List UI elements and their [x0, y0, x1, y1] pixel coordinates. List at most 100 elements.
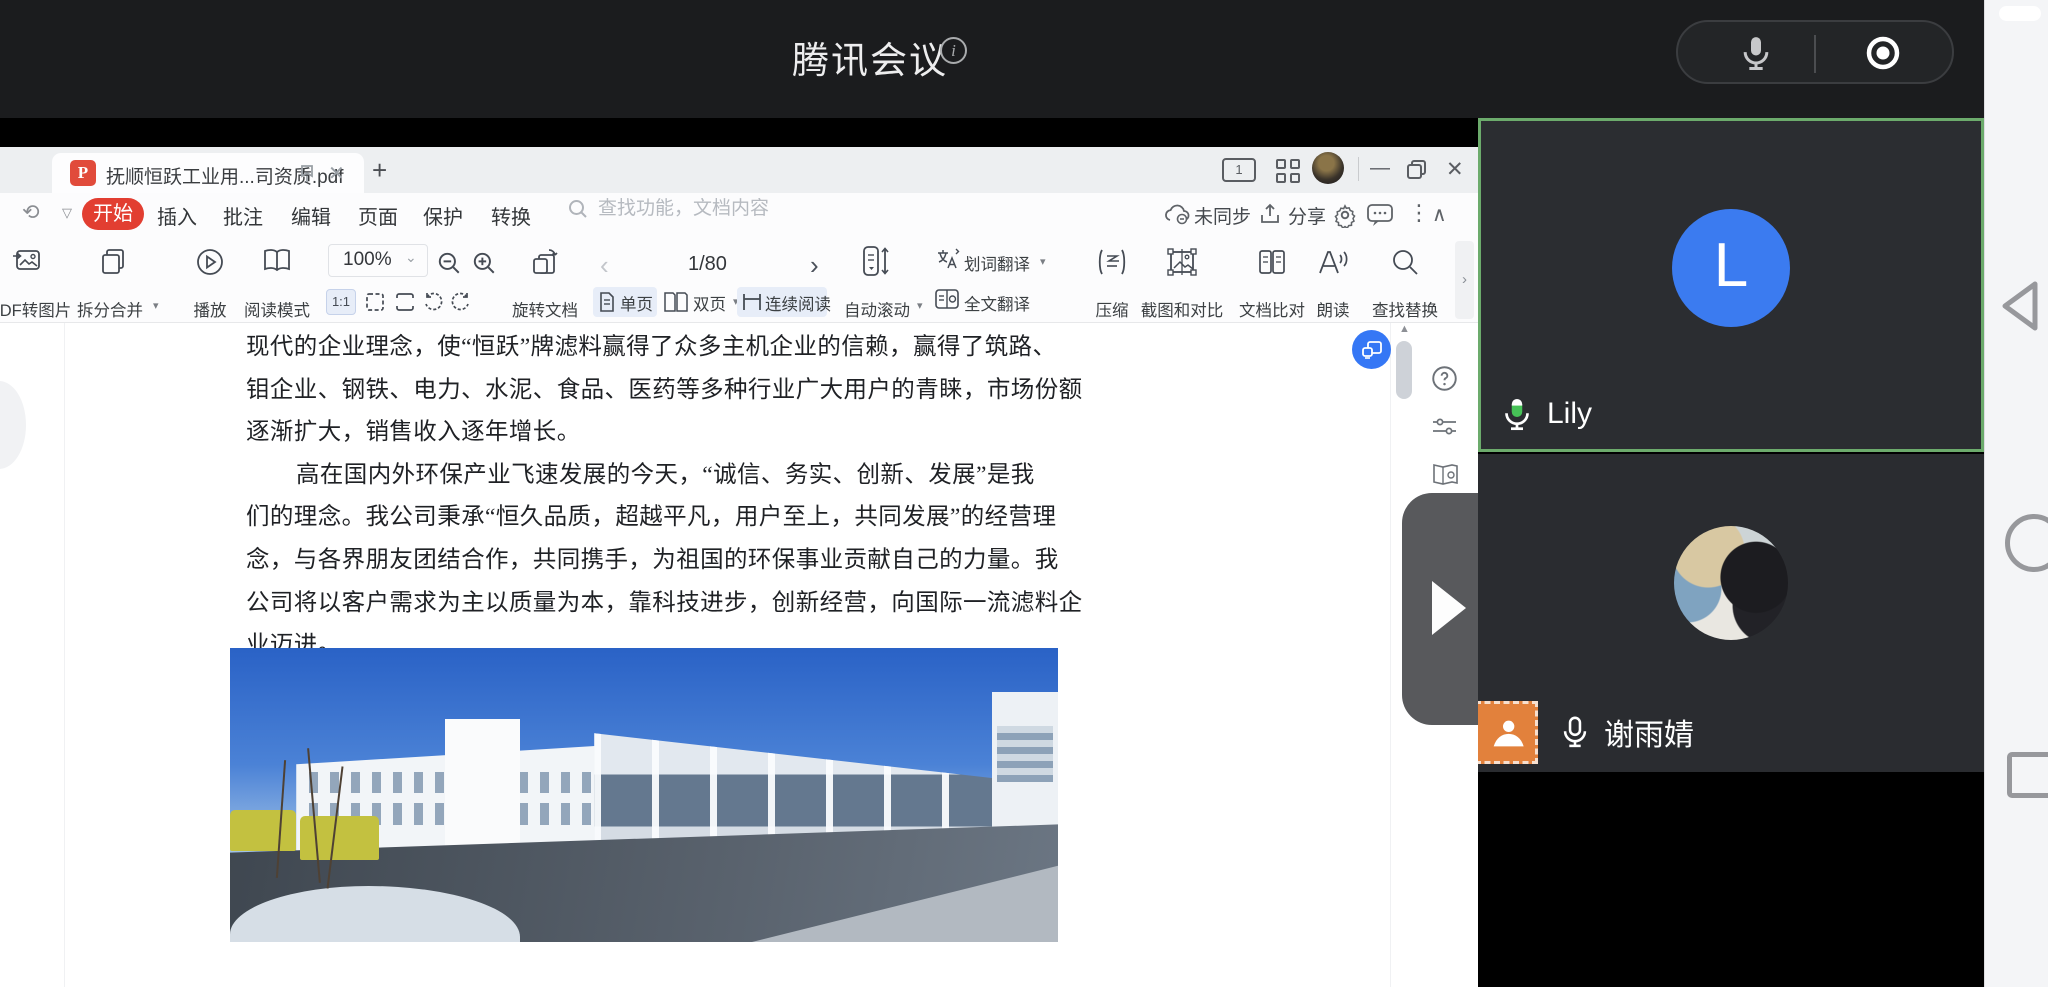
- share-icon[interactable]: [1258, 202, 1284, 226]
- menu-tab-page[interactable]: 页面: [358, 201, 398, 230]
- translate-fab[interactable]: [1352, 330, 1391, 369]
- search-input[interactable]: [598, 198, 818, 220]
- read-aloud-icon[interactable]: [1316, 247, 1350, 277]
- screenshot-compare-label[interactable]: 截图和对比: [1141, 297, 1224, 321]
- scrollbar-thumb[interactable]: [1396, 341, 1412, 399]
- full-translate-icon[interactable]: [934, 287, 960, 311]
- nav-back-icon[interactable]: [1995, 278, 2048, 334]
- play-label[interactable]: 播放: [194, 297, 227, 321]
- play-icon[interactable]: [195, 247, 225, 277]
- split-merge-icon[interactable]: [98, 247, 128, 277]
- document-tab[interactable]: P 抚顺恒跃工业用...司资质.pdf ✕: [52, 153, 364, 193]
- rotate-document-icon[interactable]: [529, 247, 561, 277]
- adjust-sliders-icon[interactable]: [1431, 415, 1458, 439]
- menu-tab-edit[interactable]: 编辑: [291, 201, 331, 230]
- customize-caret-icon[interactable]: ▽: [62, 205, 72, 221]
- info-icon[interactable]: i: [940, 37, 967, 64]
- zoom-out-icon[interactable]: [436, 250, 462, 276]
- toolbar-expand-button[interactable]: ›: [1455, 241, 1474, 319]
- restore-button[interactable]: [1406, 159, 1428, 181]
- auto-scroll-caret-icon[interactable]: ▾: [917, 299, 923, 312]
- zoom-in-icon[interactable]: [471, 250, 497, 276]
- read-mode-label[interactable]: 阅读模式: [244, 297, 310, 321]
- minimize-button[interactable]: —: [1370, 157, 1390, 180]
- menu-tab-comment[interactable]: 批注: [223, 201, 263, 230]
- find-replace-icon[interactable]: [1390, 247, 1420, 277]
- tab-list-icon[interactable]: 1: [1222, 158, 1256, 182]
- meeting-screen: 腾讯会议 i P: [0, 0, 2048, 987]
- menu-tab-protect[interactable]: 保护: [423, 201, 463, 230]
- doc-compare-icon[interactable]: [1257, 247, 1287, 277]
- record-button[interactable]: [1864, 34, 1902, 72]
- comment-bubble-icon[interactable]: [1366, 202, 1394, 228]
- navigate-book-icon[interactable]: [1431, 461, 1460, 487]
- word-translate-label[interactable]: 划词翻译: [964, 251, 1030, 275]
- new-tab-button[interactable]: +: [372, 155, 387, 186]
- single-page-toggle[interactable]: 单页: [593, 287, 657, 317]
- menu-tab-start[interactable]: 开始: [82, 198, 144, 230]
- fit-page-icon[interactable]: [393, 290, 417, 314]
- workspace-grid-icon[interactable]: [1276, 159, 1300, 183]
- word-translate-caret-icon[interactable]: ▾: [1040, 255, 1046, 268]
- compress-icon[interactable]: [1095, 247, 1129, 277]
- auto-scroll-icon[interactable]: [860, 245, 890, 279]
- more-menu-icon[interactable]: ⋮: [1408, 200, 1430, 226]
- zoom-level-select[interactable]: 100% ⌄: [328, 244, 428, 277]
- read-aloud-label[interactable]: 朗读: [1317, 297, 1350, 321]
- microphone-button[interactable]: [1736, 33, 1776, 73]
- close-tab-icon[interactable]: ✕: [328, 161, 345, 186]
- document-text: 现代的企业理念，使“恒跃”牌滤料赢得了众多主机企业的信赖，赢得了筑路、 钼企业、…: [246, 327, 1078, 668]
- split-merge-caret-icon[interactable]: ▾: [153, 299, 159, 312]
- wps-tabbar: P 抚顺恒跃工业用...司资质.pdf ✕ + 1 — ✕: [0, 147, 1478, 193]
- share-label[interactable]: 分享: [1288, 202, 1326, 229]
- word-translate-icon[interactable]: [934, 247, 960, 271]
- participant-name: 谢雨婧: [1604, 710, 1694, 754]
- doc-compare-label[interactable]: 文档比对: [1239, 297, 1305, 321]
- actual-size-toggle[interactable]: 1:1: [326, 289, 356, 315]
- mic-icon: [1558, 714, 1592, 750]
- factory-photo: [230, 648, 1058, 942]
- screenshot-compare-icon[interactable]: [1166, 247, 1198, 277]
- meeting-title: 腾讯会议: [792, 30, 948, 84]
- menu-tab-insert[interactable]: 插入: [157, 201, 197, 230]
- next-page-icon[interactable]: ›: [810, 250, 819, 281]
- split-merge-label[interactable]: 拆分合并: [77, 297, 143, 321]
- read-mode-icon[interactable]: [260, 247, 294, 277]
- doc-line: 公司将以客户需求为主以质量为本，靠科技进步，创新经营，向国际一流滤料企: [246, 583, 1078, 626]
- prev-page-icon[interactable]: ‹: [600, 250, 609, 281]
- double-page-toggle[interactable]: 双页 ▾: [663, 287, 735, 317]
- pin-tab-icon[interactable]: [298, 164, 316, 184]
- fit-width-icon[interactable]: [363, 290, 387, 314]
- search-icon: [566, 197, 590, 221]
- page-indicator[interactable]: 1/80: [688, 253, 727, 276]
- pdf-to-image-icon[interactable]: [12, 247, 42, 275]
- pdf-to-image-label[interactable]: PDF转图片: [0, 297, 71, 321]
- microphone-icon: [1736, 33, 1776, 73]
- mic-active-icon: [1499, 395, 1535, 433]
- meeting-topbar: 腾讯会议 i: [0, 0, 1984, 118]
- close-window-button[interactable]: ✕: [1446, 157, 1464, 182]
- nav-home-icon[interactable]: [2005, 514, 2048, 572]
- continuous-read-toggle[interactable]: 连续阅读: [737, 287, 827, 317]
- pill-divider: [1814, 35, 1816, 73]
- rotate-document-label[interactable]: 旋转文档: [512, 297, 578, 321]
- full-translate-label[interactable]: 全文翻译: [964, 291, 1030, 315]
- scroll-up-icon[interactable]: ▲: [1399, 323, 1410, 335]
- participant-tile-xieyujing[interactable]: 谢雨婧: [1478, 454, 1984, 772]
- nav-recents-icon[interactable]: [2007, 752, 2048, 798]
- rotate-right-icon[interactable]: [449, 290, 473, 314]
- undo-icon[interactable]: ⟲: [22, 200, 40, 225]
- find-replace-label[interactable]: 查找替换: [1372, 297, 1438, 321]
- search-box[interactable]: [566, 197, 818, 221]
- compress-label[interactable]: 压缩: [1096, 297, 1129, 321]
- auto-scroll-label[interactable]: 自动滚动: [844, 297, 910, 321]
- help-icon[interactable]: [1431, 365, 1458, 392]
- cloud-sync-icon[interactable]: [1163, 202, 1191, 226]
- menu-tab-convert[interactable]: 转换: [491, 201, 531, 230]
- collapse-ribbon-icon[interactable]: ∧: [1432, 202, 1447, 227]
- account-avatar[interactable]: [1312, 152, 1344, 184]
- rotate-left-icon[interactable]: [421, 290, 445, 314]
- settings-gear-icon[interactable]: [1332, 202, 1358, 228]
- participant-tile-lily[interactable]: L Lily: [1478, 118, 1984, 452]
- sync-status-label[interactable]: 未同步: [1194, 202, 1251, 229]
